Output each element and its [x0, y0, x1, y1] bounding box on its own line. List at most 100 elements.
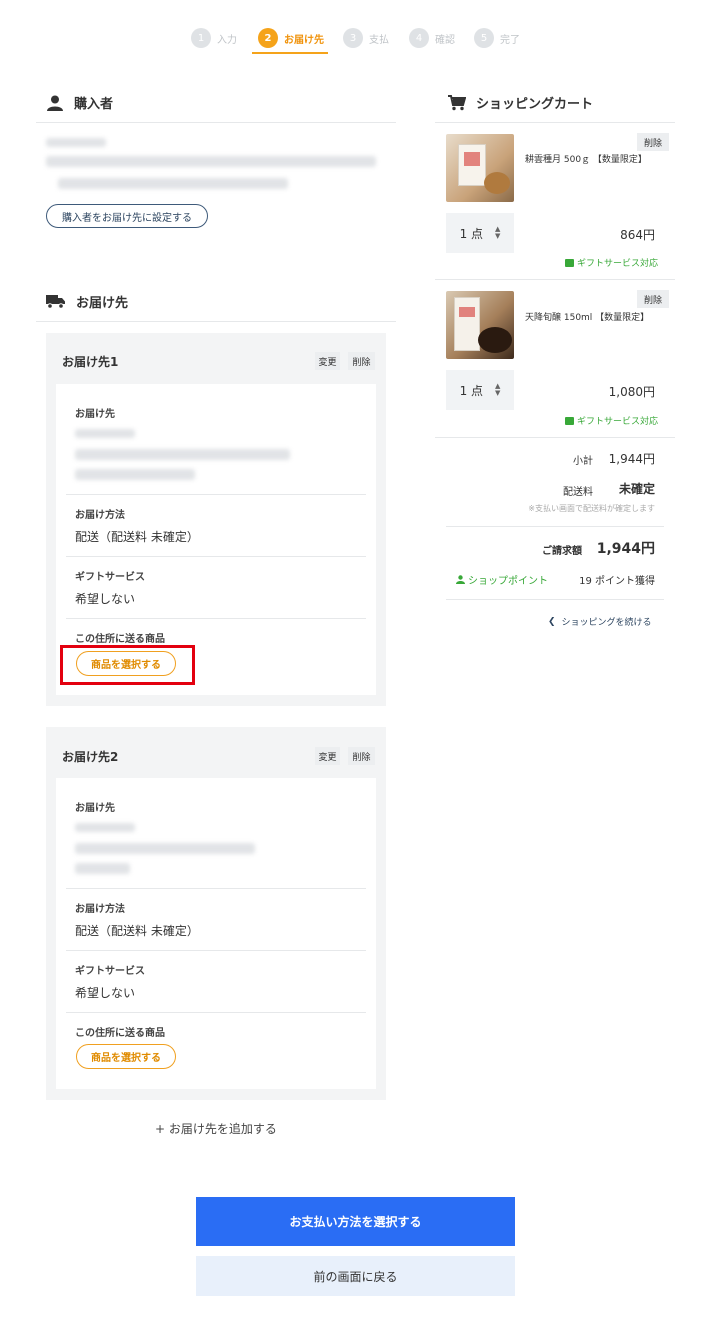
shipping-label: 配送料: [563, 487, 593, 498]
edit-destination-button[interactable]: 変更: [315, 747, 340, 765]
gift-service-label: ギフトサービス: [75, 572, 145, 583]
products-label: この住所に送る商品: [75, 1028, 165, 1039]
continue-shopping-link[interactable]: ❮ ショッピングを続ける: [548, 615, 652, 629]
gift-service-value: 希望しない: [75, 592, 136, 606]
item-price: 864円: [620, 228, 655, 242]
product-name[interactable]: 耕雲種月 500ｇ 【数量限定】: [525, 153, 647, 167]
step-label: 支払: [369, 34, 389, 46]
shipping-note: ※支払い画面で配送料が確定します: [528, 504, 655, 513]
delivery-method-label: お届け方法: [75, 904, 125, 915]
destinations-heading: お届け先: [46, 292, 128, 311]
delete-item-button[interactable]: 削除: [637, 290, 669, 308]
destination-title: お届け先2: [62, 750, 119, 764]
select-products-button[interactable]: 商品を選択する: [76, 1044, 176, 1069]
active-step-underline: [252, 52, 328, 54]
buyer-name-redacted: [58, 178, 288, 189]
address-postal-redacted: [75, 823, 135, 832]
delete-destination-button[interactable]: 削除: [348, 747, 375, 765]
delete-destination-button[interactable]: 削除: [348, 352, 375, 370]
address-label: お届け先: [75, 803, 115, 814]
person-icon: [47, 95, 63, 111]
products-label: この住所に送る商品: [75, 634, 165, 645]
divider: [66, 494, 366, 495]
destination-card-2: お届け先2 変更 削除 お届け先 お届け方法 配送（配送料 未確定） ギフトサー…: [46, 727, 386, 1100]
buyer-heading-text: 購入者: [74, 97, 114, 112]
address-name-redacted: [75, 469, 195, 480]
back-button[interactable]: 前の画面に戻る: [196, 1256, 515, 1296]
cart-heading: ショッピングカート: [448, 93, 593, 112]
quantity-select[interactable]: 1 点 ▲ ▼: [446, 370, 514, 410]
step-input: 1 入力: [191, 26, 237, 50]
chevron-left-icon: ❮: [548, 616, 556, 627]
step-number: 4: [409, 28, 429, 48]
subtotal-value: 1,944円: [608, 452, 655, 466]
set-buyer-as-destination-button[interactable]: 購入者をお届け先に設定する: [46, 204, 208, 228]
total-label: ご請求額: [542, 546, 582, 557]
person-icon: [456, 575, 465, 584]
destination-details: お届け先 お届け方法 配送（配送料 未確定） ギフトサービス 希望しない この住…: [56, 778, 376, 1089]
shop-points-label: ショップポイント: [456, 572, 548, 587]
divider: [435, 122, 675, 123]
gift-icon: [565, 258, 574, 267]
quantity-select[interactable]: 1 点 ▲ ▼: [446, 213, 514, 253]
divider: [66, 556, 366, 557]
add-destination-link[interactable]: + お届け先を追加する: [155, 1120, 277, 1137]
divider: [435, 437, 675, 438]
highlight-box: [60, 645, 195, 685]
points-earned: 19 ポイント獲得: [579, 576, 655, 587]
step-confirm: 4 確認: [409, 26, 455, 50]
gift-service-value: 希望しない: [75, 986, 136, 1000]
divider: [435, 279, 675, 280]
divider: [66, 1012, 366, 1013]
delivery-method-label: お届け方法: [75, 510, 125, 521]
address-street-redacted: [75, 843, 255, 854]
truck-icon: [46, 295, 65, 309]
gift-service-label: ギフトサービス: [75, 966, 145, 977]
divider: [446, 526, 664, 527]
destinations-heading-text: お届け先: [76, 296, 129, 311]
step-label: 完了: [500, 34, 520, 46]
divider: [66, 950, 366, 951]
quantity-value: 1 点: [459, 226, 484, 241]
quantity-value: 1 点: [459, 383, 484, 398]
gift-badge-text: ギフトサービス対応: [577, 417, 659, 427]
step-number: 2: [258, 28, 278, 48]
delete-item-button[interactable]: 削除: [637, 133, 669, 151]
cart-heading-text: ショッピングカート: [476, 97, 594, 112]
gift-service-badge: ギフトサービス対応: [565, 256, 658, 269]
address-street-redacted: [75, 449, 290, 460]
step-destination: 2 お届け先: [258, 26, 324, 50]
step-number: 5: [474, 28, 494, 48]
destination-title: お届け先1: [62, 355, 119, 369]
delivery-method-value: 配送（配送料 未確定）: [75, 530, 199, 544]
address-name-redacted: [75, 863, 130, 874]
buyer-postal-redacted: [46, 138, 106, 147]
step-number: 1: [191, 28, 211, 48]
product-image[interactable]: [446, 291, 514, 359]
gift-service-badge: ギフトサービス対応: [565, 414, 658, 427]
step-payment: 3 支払: [343, 26, 389, 50]
step-complete: 5 完了: [474, 26, 520, 50]
buyer-heading: 購入者: [46, 93, 113, 112]
product-name[interactable]: 天降旬醸 150ml 【数量限定】: [525, 311, 649, 325]
continue-shopping-text: ショッピングを続ける: [561, 618, 652, 628]
step-number: 3: [343, 28, 363, 48]
updown-icon: ▲ ▼: [495, 382, 501, 397]
updown-icon: ▲ ▼: [495, 225, 501, 240]
step-label: 確認: [435, 34, 455, 46]
product-image[interactable]: [446, 134, 514, 202]
total-value: 1,944円: [596, 541, 655, 557]
divider: [446, 599, 664, 600]
edit-destination-button[interactable]: 変更: [315, 352, 340, 370]
cart-icon: [448, 94, 466, 110]
delivery-method-value: 配送（配送料 未確定）: [75, 924, 199, 938]
divider: [36, 122, 396, 123]
shipping-value: 未確定: [618, 482, 655, 496]
select-payment-method-button[interactable]: お支払い方法を選択する: [196, 1197, 515, 1246]
divider: [66, 618, 366, 619]
subtotal-label: 小計: [573, 456, 593, 467]
address-label: お届け先: [75, 409, 115, 420]
address-postal-redacted: [75, 429, 135, 438]
divider: [36, 321, 396, 322]
gift-icon: [565, 416, 574, 425]
